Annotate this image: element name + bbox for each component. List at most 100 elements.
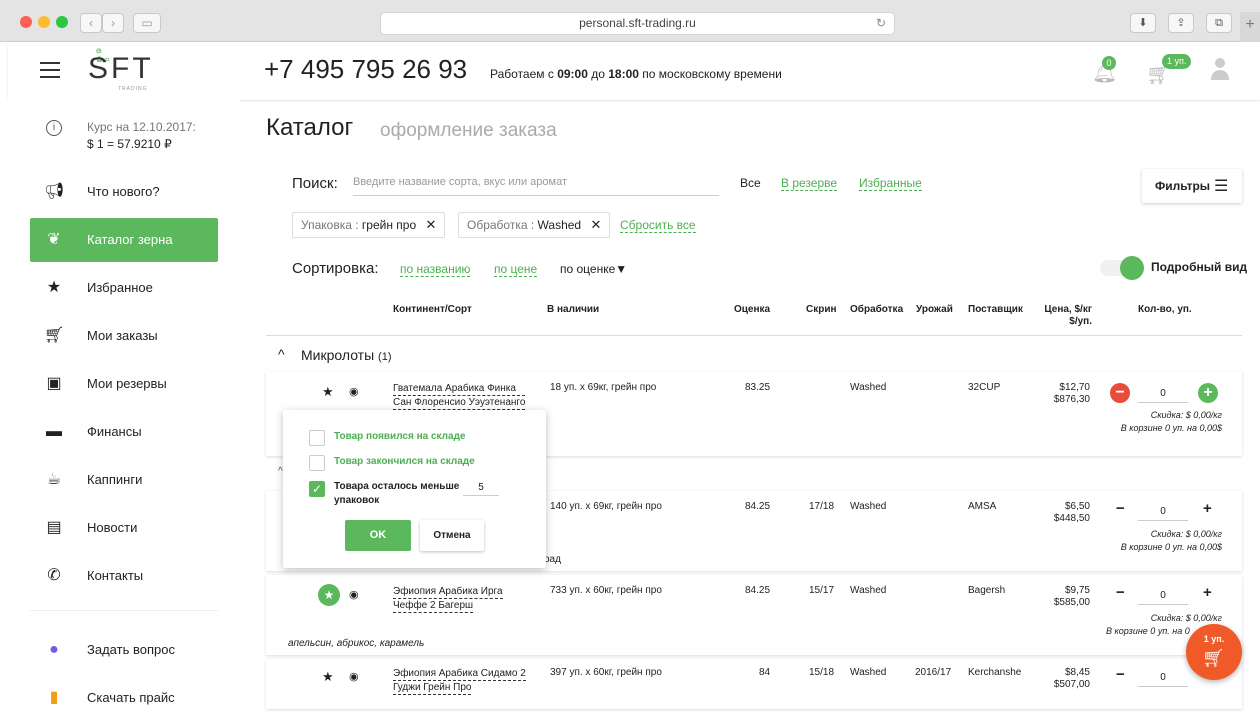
supplier-cell: Kerchanshe [968, 667, 1022, 678]
caret-down-icon: ▼ [615, 262, 628, 276]
sidebar-item-orders[interactable]: 🛒︎ Мои заказы [30, 314, 218, 358]
sidebar-item-favorites[interactable]: ★ Избранное [30, 266, 218, 310]
star-icon[interactable]: ★ [322, 384, 334, 400]
sidebar-item-news-updates[interactable]: 📢︎ Что нового? [30, 170, 218, 214]
floating-cart-button[interactable]: 1 уп. 🛒︎ [1186, 624, 1242, 680]
download-price-button[interactable]: ▮ Скачать прайс [30, 676, 218, 720]
sidebar-item-label: Контакты [87, 568, 144, 583]
quantity-input[interactable]: 0 [1138, 587, 1188, 605]
score-cell: 83.25 [745, 382, 771, 393]
sidebar: i Курс на 12.10.2017: $ 1 = 57.9210 ₽ 📢︎… [8, 100, 240, 706]
sidebar-toggle-icon[interactable]: ▭ [133, 13, 161, 33]
star-icon[interactable]: ★ [318, 584, 340, 606]
col-supplier[interactable]: Поставщик [968, 304, 1023, 315]
plus-button[interactable]: + [1203, 500, 1212, 517]
sidebar-item-catalog[interactable]: ❦ Каталог зерна [30, 218, 218, 262]
col-harvest[interactable]: Урожай [916, 304, 953, 315]
filters-button[interactable]: Фильтры ☰ [1142, 169, 1242, 203]
phone-number: +7 495 795 26 93 [264, 54, 468, 84]
filter-all[interactable]: Все [740, 176, 761, 190]
share-icon[interactable]: ⇪ [1168, 13, 1194, 33]
back-icon[interactable]: ‹ [80, 13, 102, 33]
ok-button[interactable]: OK [345, 520, 411, 551]
tabs-icon[interactable]: ⧉ [1206, 13, 1232, 33]
col-variety[interactable]: Континент/Сорт [393, 304, 472, 315]
checkbox-less-than[interactable]: ✓ [309, 481, 325, 497]
eye-icon[interactable]: ◉ [349, 588, 359, 601]
col-screen[interactable]: Скрин [806, 304, 837, 315]
sliders-icon: ☰ [1214, 178, 1229, 195]
threshold-input[interactable]: 5 [463, 480, 499, 496]
sidebar-item-finance[interactable]: ▬ Финансы [30, 410, 218, 454]
col-stock[interactable]: В наличии [547, 304, 599, 315]
sort-by-price[interactable]: по цене [494, 262, 538, 277]
page-subtitle: оформление заказа [380, 120, 557, 141]
group-collapse-icon[interactable]: ^ [278, 346, 285, 362]
close-icon[interactable]: ✕ [590, 217, 601, 232]
forward-icon[interactable]: › [102, 13, 124, 33]
quantity-input[interactable]: 0 [1138, 503, 1188, 521]
quantity-input[interactable]: 0 [1138, 669, 1188, 687]
search-input[interactable]: Введите название сорта, вкус или аромат [353, 174, 719, 196]
menu-icon[interactable] [40, 62, 60, 78]
in-cart-text: В корзине 0 уп. на 0,00$ [1120, 423, 1222, 433]
flavor-notes: апельсин, абрикос, карамель [288, 638, 425, 649]
cart-button[interactable]: 🛒︎ 1 уп. [1146, 54, 1192, 86]
quantity-input[interactable]: 0 [1138, 385, 1188, 403]
cart-badge: 1 уп. [1162, 54, 1192, 69]
group-title[interactable]: Микролоты (1) [301, 347, 392, 363]
close-icon[interactable]: ✕ [425, 217, 436, 232]
address-bar[interactable]: personal.sft-trading.ru ↻ [380, 12, 895, 35]
sort-label: Сортировка: [292, 260, 379, 277]
window-close-button[interactable] [20, 16, 32, 28]
filter-favorites[interactable]: Избранные [859, 176, 922, 191]
window-minimize-button[interactable] [38, 16, 50, 28]
plus-button[interactable]: + [1198, 383, 1218, 403]
checkbox-ended[interactable] [309, 455, 325, 471]
chat-icon: ● [49, 641, 59, 658]
minus-button[interactable]: − [1110, 383, 1130, 403]
reset-filters-link[interactable]: Сбросить все [620, 218, 696, 233]
group-collapse-icon[interactable]: ^ [278, 466, 283, 477]
supplier-cell: 32CUP [968, 382, 1001, 393]
checkbox-appeared[interactable] [309, 430, 325, 446]
window-maximize-button[interactable] [56, 16, 68, 28]
harvest-cell: 2016/17 [915, 667, 952, 678]
sort-by-name[interactable]: по названию [400, 262, 471, 277]
detailed-view-toggle[interactable] [1100, 256, 1144, 280]
filter-reserve[interactable]: В резерве [781, 176, 838, 191]
sidebar-item-news[interactable]: ▤ Новости [30, 506, 218, 550]
notifications-button[interactable]: 🔔︎ 0 [1092, 56, 1117, 84]
minus-button[interactable]: − [1116, 584, 1125, 601]
user-avatar[interactable] [1210, 58, 1230, 82]
eye-icon[interactable]: ◉ [349, 670, 359, 683]
new-tab-button[interactable]: + [1240, 12, 1260, 42]
product-name[interactable]: Эфиопия Арабика Сидамо 2 Гуджи Грейн Про [393, 667, 526, 695]
download-icon[interactable]: ⬇ [1130, 13, 1156, 33]
col-qty[interactable]: Кол-во, уп. [1138, 304, 1192, 315]
col-score[interactable]: Оценка [734, 304, 770, 315]
sidebar-item-reserves[interactable]: ▣ Мои резервы [30, 362, 218, 406]
cancel-button[interactable]: Отмена [420, 520, 484, 551]
sidebar-divider [30, 610, 218, 611]
reload-icon[interactable]: ↻ [876, 13, 886, 34]
minus-button[interactable]: − [1116, 666, 1125, 683]
supplier-cell: Bagersh [968, 585, 1006, 596]
browser-toolbar: ‹ › ▭ personal.sft-trading.ru ↻ ⬇ ⇪ ⧉ + [0, 0, 1260, 42]
ask-question-button[interactable]: ● Задать вопрос [30, 628, 218, 672]
floating-cart-count: 1 уп. [1203, 634, 1225, 644]
star-icon[interactable]: ★ [322, 669, 334, 685]
product-name[interactable]: Эфиопия Арабика Ирга Чеффе 2 Багерш [393, 585, 503, 613]
flavor-notes: рад [544, 554, 561, 565]
col-process[interactable]: Обработка [850, 304, 903, 315]
sidebar-item-contacts[interactable]: ✆ Контакты [30, 554, 218, 598]
plus-button[interactable]: + [1203, 584, 1212, 601]
col-price[interactable]: Цена, $/кг $/уп. [1040, 304, 1092, 328]
sort-by-score[interactable]: по оценке▼ [560, 262, 627, 276]
minus-button[interactable]: − [1116, 500, 1125, 517]
megaphone-icon: 📢︎ [44, 183, 65, 200]
eye-icon[interactable]: ◉ [349, 385, 359, 398]
sidebar-item-cuppings[interactable]: ☕︎ Каппинги [30, 458, 218, 502]
product-name[interactable]: Гватемала Арабика Финка Сан Флоренсио Уэ… [393, 382, 526, 410]
discount-text: Скидка: $ 0,00/кг [1150, 613, 1222, 623]
